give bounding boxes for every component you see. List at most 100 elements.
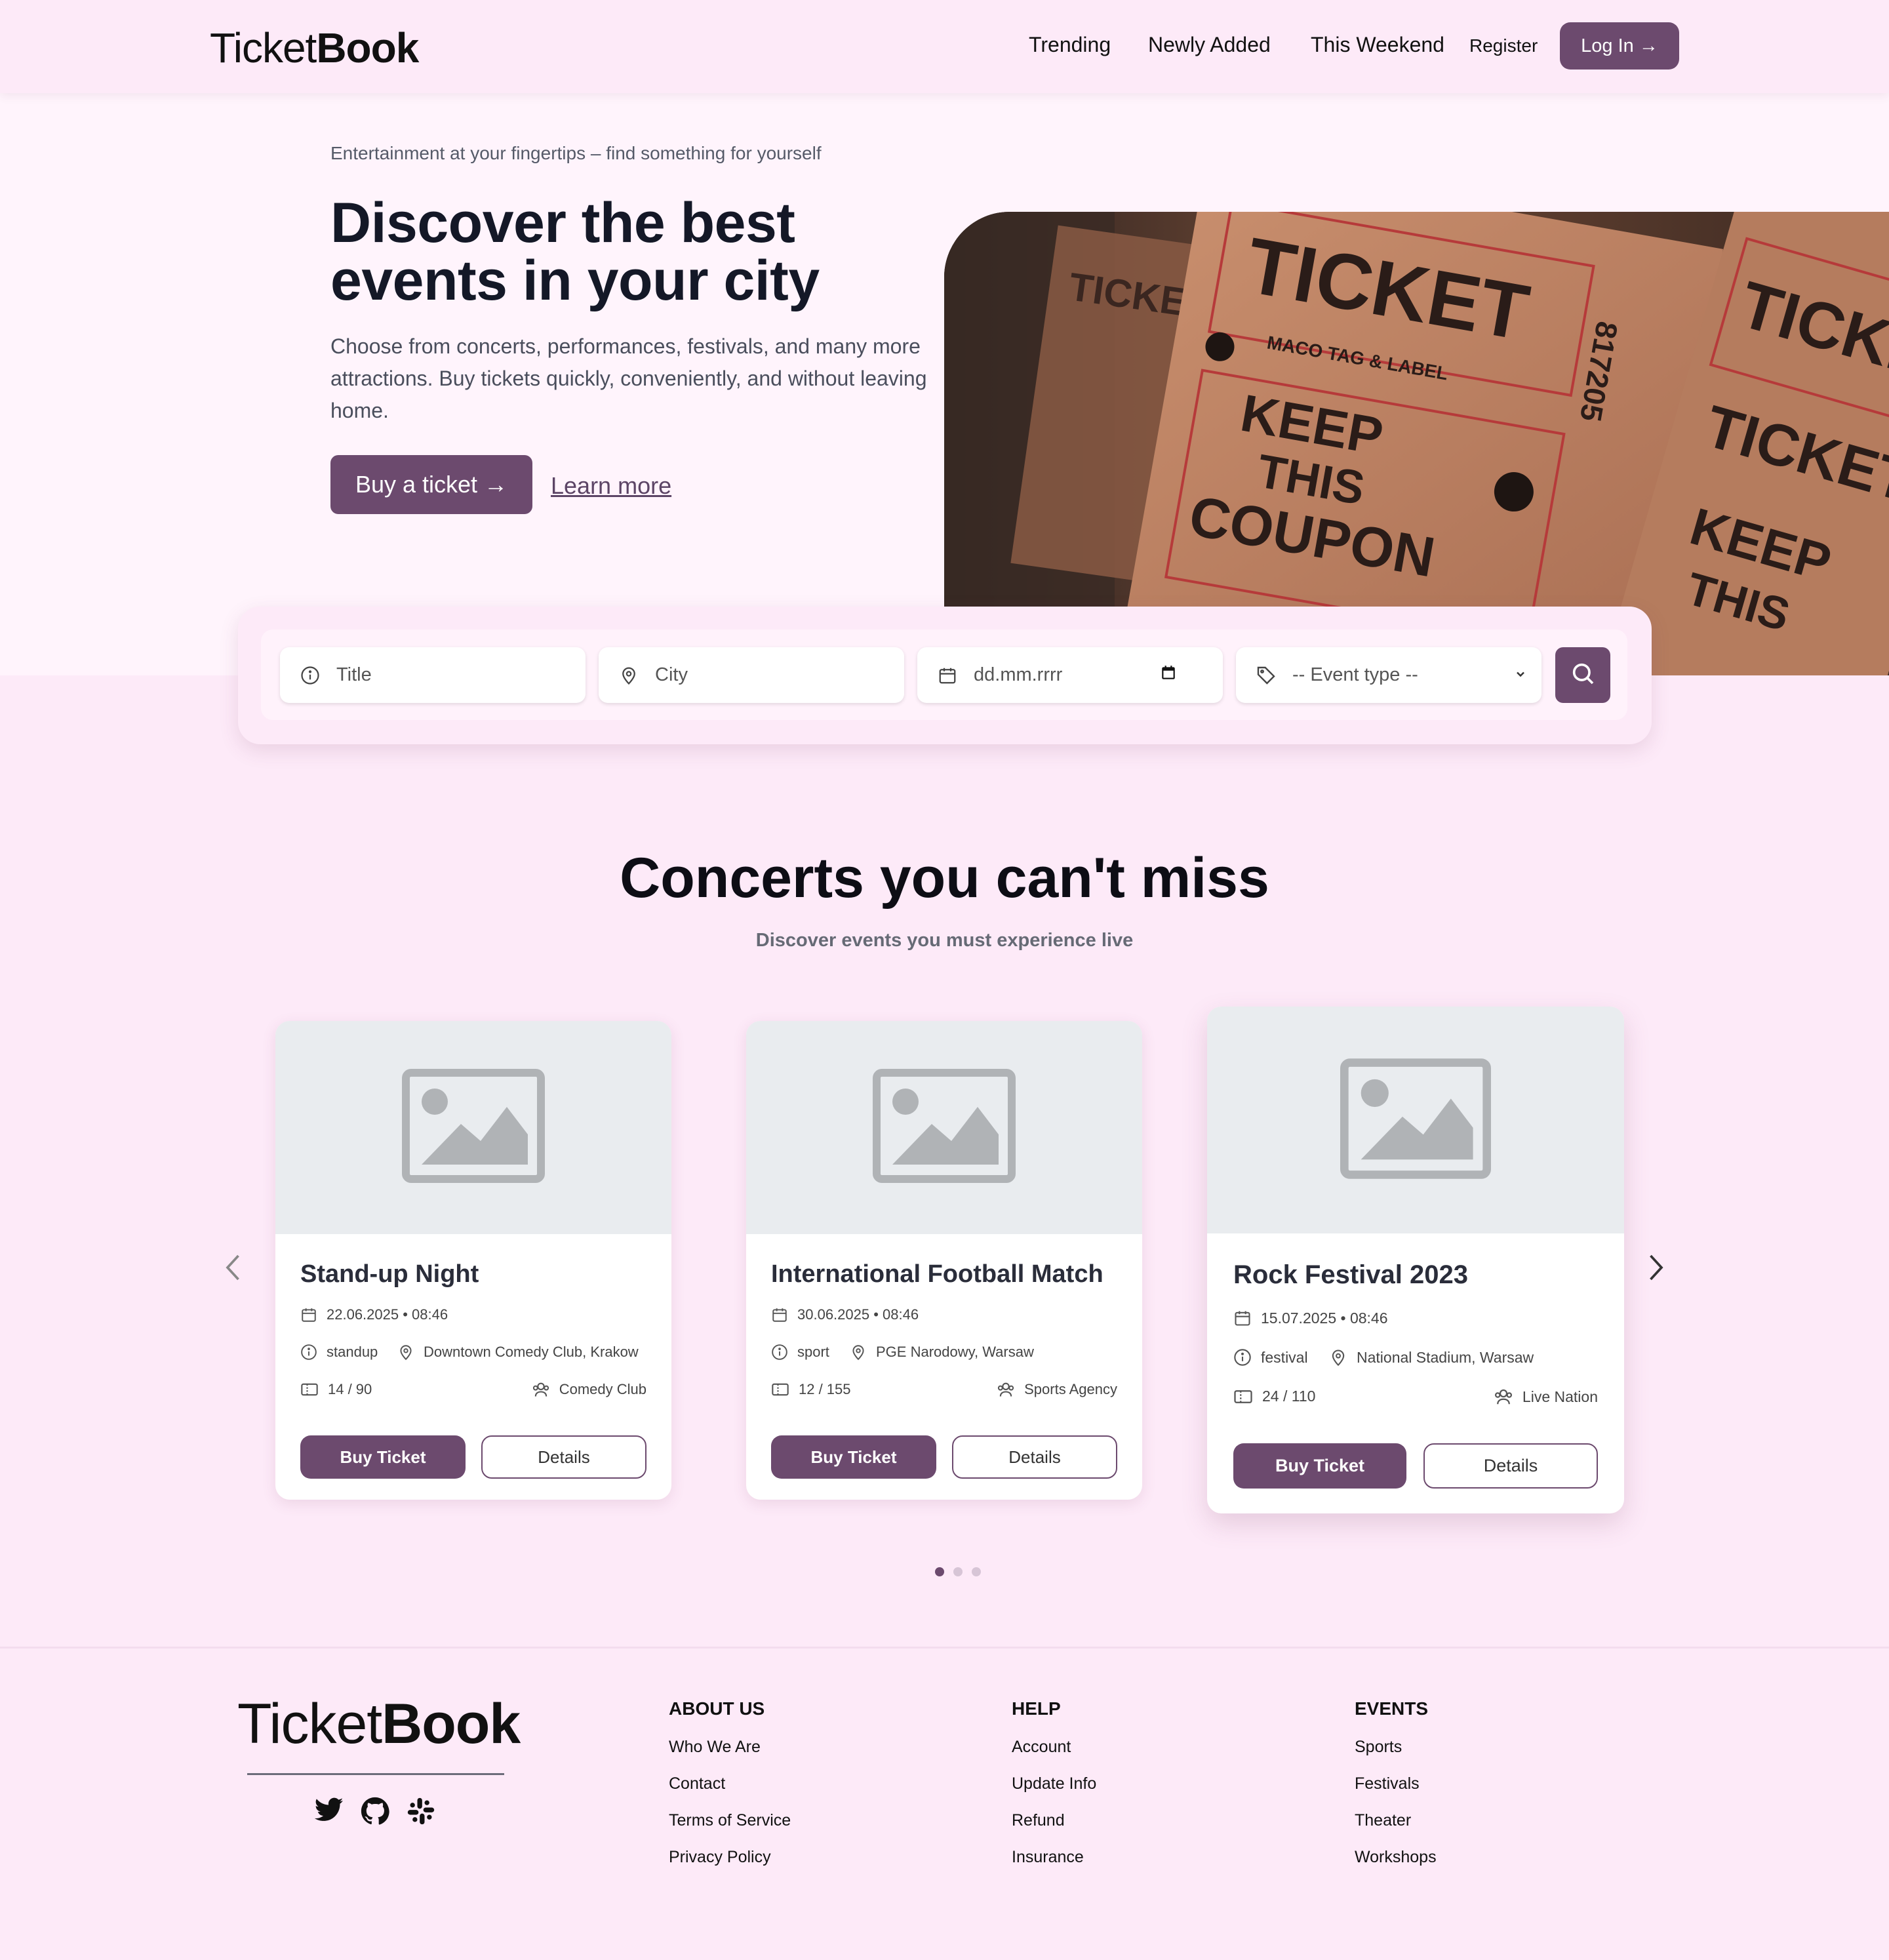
carousel-dot-active[interactable] xyxy=(935,1567,944,1576)
event-datetime: 22.06.2025 • 08:46 xyxy=(300,1306,448,1323)
footer-link-privacy[interactable]: Privacy Policy xyxy=(669,1848,771,1867)
event-image-placeholder xyxy=(1207,1007,1624,1233)
chevron-left-icon xyxy=(224,1252,243,1286)
event-organizer: Comedy Club xyxy=(532,1381,646,1398)
footer-link-theater[interactable]: Theater xyxy=(1355,1811,1411,1830)
users-icon xyxy=(532,1382,549,1397)
chevron-right-icon xyxy=(1646,1252,1665,1286)
hero-tagline: Entertainment at your fingertips – find … xyxy=(330,143,822,163)
image-placeholder-icon xyxy=(402,1069,545,1186)
event-card: Stand-up Night 22.06.2025 • 08:46 standu… xyxy=(275,1021,671,1500)
footer-link-terms[interactable]: Terms of Service xyxy=(669,1811,791,1830)
event-type-select[interactable]: -- Event type -- xyxy=(1236,647,1541,703)
carousel-next-button[interactable] xyxy=(1642,1249,1669,1289)
footer-link-insurance[interactable]: Insurance xyxy=(1012,1848,1084,1867)
footer-logo-underline xyxy=(247,1773,504,1775)
location-pin-icon xyxy=(617,664,641,687)
hero-tickets-image: TICKET TICKET MACO TAG & LABEL KEEP THIS… xyxy=(944,212,1889,675)
calendar-icon xyxy=(1235,1311,1250,1326)
event-image-placeholder xyxy=(275,1021,671,1234)
event-title: Stand-up Night xyxy=(300,1260,479,1288)
footer-link-update-info[interactable]: Update Info xyxy=(1012,1774,1096,1793)
github-icon[interactable] xyxy=(361,1797,389,1829)
footer-link-sports[interactable]: Sports xyxy=(1355,1738,1402,1757)
buy-ticket-button[interactable]: Buy Ticket xyxy=(771,1435,936,1479)
event-ticket-count: 12 / 155 xyxy=(771,1381,851,1398)
info-icon xyxy=(301,1344,317,1360)
nav-newly-added[interactable]: Newly Added xyxy=(1148,33,1271,57)
city-search-placeholder: City xyxy=(655,664,688,685)
carousel-dot[interactable] xyxy=(953,1567,963,1576)
ticket-icon xyxy=(772,1383,789,1396)
nav-trending[interactable]: Trending xyxy=(1029,33,1111,57)
title-search-input[interactable]: Title xyxy=(280,647,586,703)
footer-link-workshops[interactable]: Workshops xyxy=(1355,1848,1437,1867)
site-header: TicketBook Trending Newly Added This Wee… xyxy=(0,0,1889,93)
event-datetime: 15.07.2025 • 08:46 xyxy=(1233,1309,1388,1327)
footer-heading-about: ABOUT US xyxy=(669,1698,765,1719)
event-ticket-count: 24 / 110 xyxy=(1233,1388,1315,1405)
section-title: Concerts you can't miss xyxy=(620,847,1269,910)
social-links xyxy=(314,1797,435,1829)
carousel-dot[interactable] xyxy=(972,1567,981,1576)
event-image-placeholder xyxy=(746,1021,1142,1234)
title-search-placeholder: Title xyxy=(336,664,372,685)
learn-more-link[interactable]: Learn more xyxy=(551,472,671,500)
twitter-icon[interactable] xyxy=(314,1797,344,1829)
info-icon xyxy=(1234,1349,1251,1366)
tag-icon xyxy=(1254,664,1278,687)
event-title: International Football Match xyxy=(771,1260,1104,1288)
carousel-prev-button[interactable] xyxy=(220,1249,247,1289)
footer-link-contact[interactable]: Contact xyxy=(669,1774,725,1793)
info-icon xyxy=(298,664,322,687)
date-search-placeholder: dd.mm.rrrr xyxy=(974,664,1063,685)
details-button[interactable]: Details xyxy=(952,1435,1117,1479)
login-button[interactable]: Log In → xyxy=(1560,22,1679,70)
search-icon xyxy=(1570,660,1596,690)
slack-icon[interactable] xyxy=(407,1797,435,1829)
location-pin-icon xyxy=(1332,1350,1345,1367)
footer-heading-help: HELP xyxy=(1012,1698,1061,1719)
section-subtitle: Discover events you must experience live xyxy=(755,930,1134,951)
details-button[interactable]: Details xyxy=(1423,1443,1598,1489)
image-placeholder-icon xyxy=(873,1069,1016,1186)
hero-title: Discover the best events in your city xyxy=(330,191,820,312)
date-search-input[interactable]: dd.mm.rrrr xyxy=(917,647,1223,703)
date-picker-icon[interactable] xyxy=(1160,664,1177,687)
site-logo[interactable]: TicketBook xyxy=(210,24,419,72)
footer-logo[interactable]: TicketBook xyxy=(237,1692,521,1757)
event-datetime: 30.06.2025 • 08:46 xyxy=(771,1306,919,1323)
footer-divider xyxy=(0,1647,1889,1649)
calendar-icon xyxy=(772,1308,787,1322)
event-organizer: Live Nation xyxy=(1494,1388,1598,1406)
event-category: sport xyxy=(771,1344,829,1361)
buy-ticket-button[interactable]: Buy Ticket xyxy=(300,1435,466,1479)
location-pin-icon xyxy=(852,1345,864,1361)
info-icon xyxy=(772,1344,787,1360)
image-placeholder-icon xyxy=(1340,1058,1491,1182)
footer-heading-events: EVENTS xyxy=(1355,1698,1429,1719)
buy-ticket-button[interactable]: Buy Ticket xyxy=(1233,1443,1406,1489)
users-icon xyxy=(997,1382,1014,1397)
event-category: festival xyxy=(1233,1348,1308,1367)
register-link[interactable]: Register xyxy=(1469,35,1538,56)
city-search-input[interactable]: City xyxy=(599,647,904,703)
footer-link-account[interactable]: Account xyxy=(1012,1738,1071,1757)
event-ticket-count: 14 / 90 xyxy=(300,1381,372,1398)
footer-link-festivals[interactable]: Festivals xyxy=(1355,1774,1420,1793)
details-button[interactable]: Details xyxy=(481,1435,646,1479)
calendar-icon xyxy=(936,664,959,687)
ticket-icon xyxy=(1234,1390,1252,1403)
buy-ticket-hero-button[interactable]: Buy a ticket → xyxy=(330,455,532,514)
event-venue: National Stadium, Warsaw xyxy=(1329,1348,1534,1367)
search-button[interactable] xyxy=(1555,647,1610,703)
event-venue: Downtown Comedy Club, Krakow xyxy=(397,1344,639,1361)
event-organizer: Sports Agency xyxy=(997,1381,1117,1398)
event-card: International Football Match 30.06.2025 … xyxy=(746,1021,1142,1500)
footer-link-who-we-are[interactable]: Who We Are xyxy=(669,1738,761,1757)
footer-link-refund[interactable]: Refund xyxy=(1012,1811,1065,1830)
ticket-icon xyxy=(301,1383,318,1396)
nav-this-weekend[interactable]: This Weekend xyxy=(1311,33,1444,57)
chevron-down-icon xyxy=(1514,664,1527,686)
users-icon xyxy=(1494,1389,1512,1405)
